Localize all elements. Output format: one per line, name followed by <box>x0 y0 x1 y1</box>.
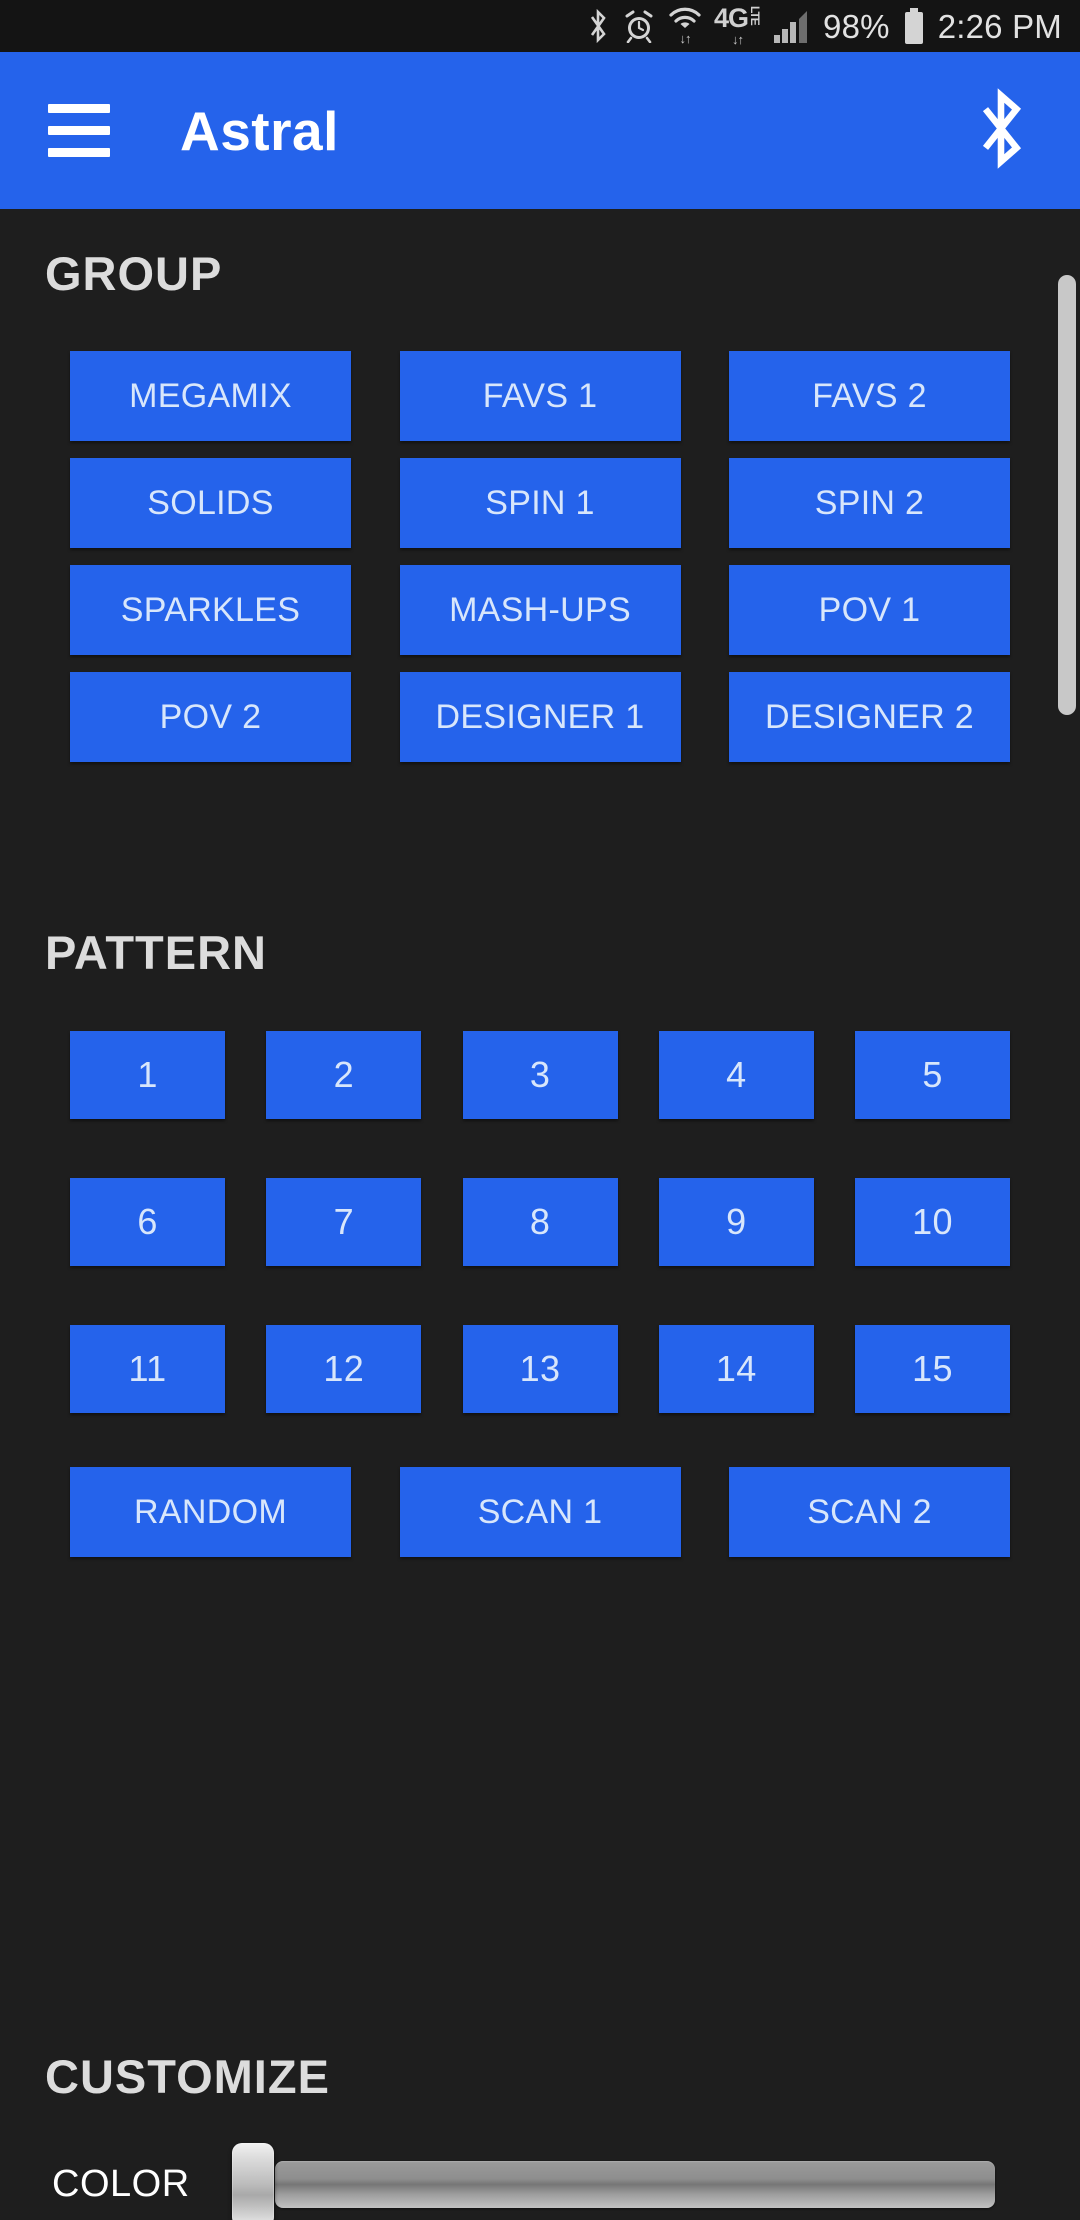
group-button-mash-ups[interactable]: MASH-UPS <box>400 565 681 655</box>
group-button-sparkles[interactable]: SPARKLES <box>70 565 351 655</box>
battery-full-icon <box>902 7 926 45</box>
cellular-signal-icon <box>773 9 811 43</box>
pattern-button-5[interactable]: 5 <box>855 1031 1010 1119</box>
pattern-button-scan-1[interactable]: SCAN 1 <box>400 1467 681 1557</box>
pattern-button-10[interactable]: 10 <box>855 1178 1010 1266</box>
group-button-designer-1[interactable]: DESIGNER 1 <box>400 672 681 762</box>
color-slider-track[interactable] <box>275 2161 995 2208</box>
slider-label-color: COLOR <box>0 2163 210 2206</box>
pattern-button-13[interactable]: 13 <box>463 1325 618 1413</box>
group-button-solids[interactable]: SOLIDS <box>70 458 351 548</box>
page-title: Astral <box>180 99 339 163</box>
section-title-customize: CUSTOMIZE <box>45 2049 330 2104</box>
scroll-content[interactable]: GROUP MEGAMIX FAVS 1 FAVS 2 SOLIDS SPIN … <box>0 209 1080 2220</box>
hamburger-menu-icon[interactable] <box>48 104 110 157</box>
group-row-3: SPARKLES MASH-UPS POV 1 <box>70 565 1010 655</box>
group-row-1: MEGAMIX FAVS 1 FAVS 2 <box>70 351 1010 441</box>
alarm-clock-icon <box>622 9 656 43</box>
group-button-favs-1[interactable]: FAVS 1 <box>400 351 681 441</box>
group-button-pov-2[interactable]: POV 2 <box>70 672 351 762</box>
group-button-pov-1[interactable]: POV 1 <box>729 565 1010 655</box>
pattern-button-7[interactable]: 7 <box>266 1178 421 1266</box>
group-button-designer-2[interactable]: DESIGNER 2 <box>729 672 1010 762</box>
wifi-data-arrows-icon: ↓↑ <box>680 31 691 46</box>
pattern-button-8[interactable]: 8 <box>463 1178 618 1266</box>
mobile-data-arrows-icon: ↓↑ <box>732 32 743 47</box>
pattern-row-2: 6 7 8 9 10 <box>70 1178 1010 1266</box>
pattern-button-2[interactable]: 2 <box>266 1031 421 1119</box>
color-slider[interactable] <box>210 2139 995 2220</box>
pattern-button-15[interactable]: 15 <box>855 1325 1010 1413</box>
section-title-group: GROUP <box>45 246 222 301</box>
color-slider-thumb[interactable] <box>232 2143 274 2220</box>
pattern-button-11[interactable]: 11 <box>70 1325 225 1413</box>
vertical-scrollbar[interactable] <box>1058 275 1076 715</box>
pattern-button-scan-2[interactable]: SCAN 2 <box>729 1467 1010 1557</box>
bluetooth-icon[interactable] <box>970 85 1032 176</box>
group-button-megamix[interactable]: MEGAMIX <box>70 351 351 441</box>
phone-screen: ↓↑ 4G LTE ↓↑ 98% 2:26 PM <box>0 0 1080 2220</box>
wifi-icon: ↓↑ <box>668 7 702 46</box>
status-bar: ↓↑ 4G LTE ↓↑ 98% 2:26 PM <box>0 0 1080 52</box>
pattern-row-3: 11 12 13 14 15 <box>70 1325 1010 1413</box>
pattern-button-12[interactable]: 12 <box>266 1325 421 1413</box>
pattern-button-14[interactable]: 14 <box>659 1325 814 1413</box>
pattern-row-4: RANDOM SCAN 1 SCAN 2 <box>70 1467 1010 1557</box>
group-button-spin-1[interactable]: SPIN 1 <box>400 458 681 548</box>
pattern-button-3[interactable]: 3 <box>463 1031 618 1119</box>
battery-percent-label: 98% <box>823 10 890 43</box>
network-sub-label: LTE <box>749 6 761 25</box>
pattern-button-random[interactable]: RANDOM <box>70 1467 351 1557</box>
bluetooth-icon <box>586 8 610 44</box>
group-button-spin-2[interactable]: SPIN 2 <box>729 458 1010 548</box>
pattern-button-9[interactable]: 9 <box>659 1178 814 1266</box>
network-type-label: 4G <box>714 5 748 32</box>
clock-label: 2:26 PM <box>938 10 1062 43</box>
pattern-row-1: 1 2 3 4 5 <box>70 1031 1010 1119</box>
pattern-button-4[interactable]: 4 <box>659 1031 814 1119</box>
group-row-4: POV 2 DESIGNER 1 DESIGNER 2 <box>70 672 1010 762</box>
pattern-button-6[interactable]: 6 <box>70 1178 225 1266</box>
app-bar: Astral <box>0 52 1080 209</box>
mobile-network-indicator: 4G LTE ↓↑ <box>714 5 761 47</box>
pattern-button-1[interactable]: 1 <box>70 1031 225 1119</box>
group-button-favs-2[interactable]: FAVS 2 <box>729 351 1010 441</box>
slider-row-color: COLOR <box>0 2139 1080 2220</box>
group-row-2: SOLIDS SPIN 1 SPIN 2 <box>70 458 1010 548</box>
section-title-pattern: PATTERN <box>45 925 267 980</box>
